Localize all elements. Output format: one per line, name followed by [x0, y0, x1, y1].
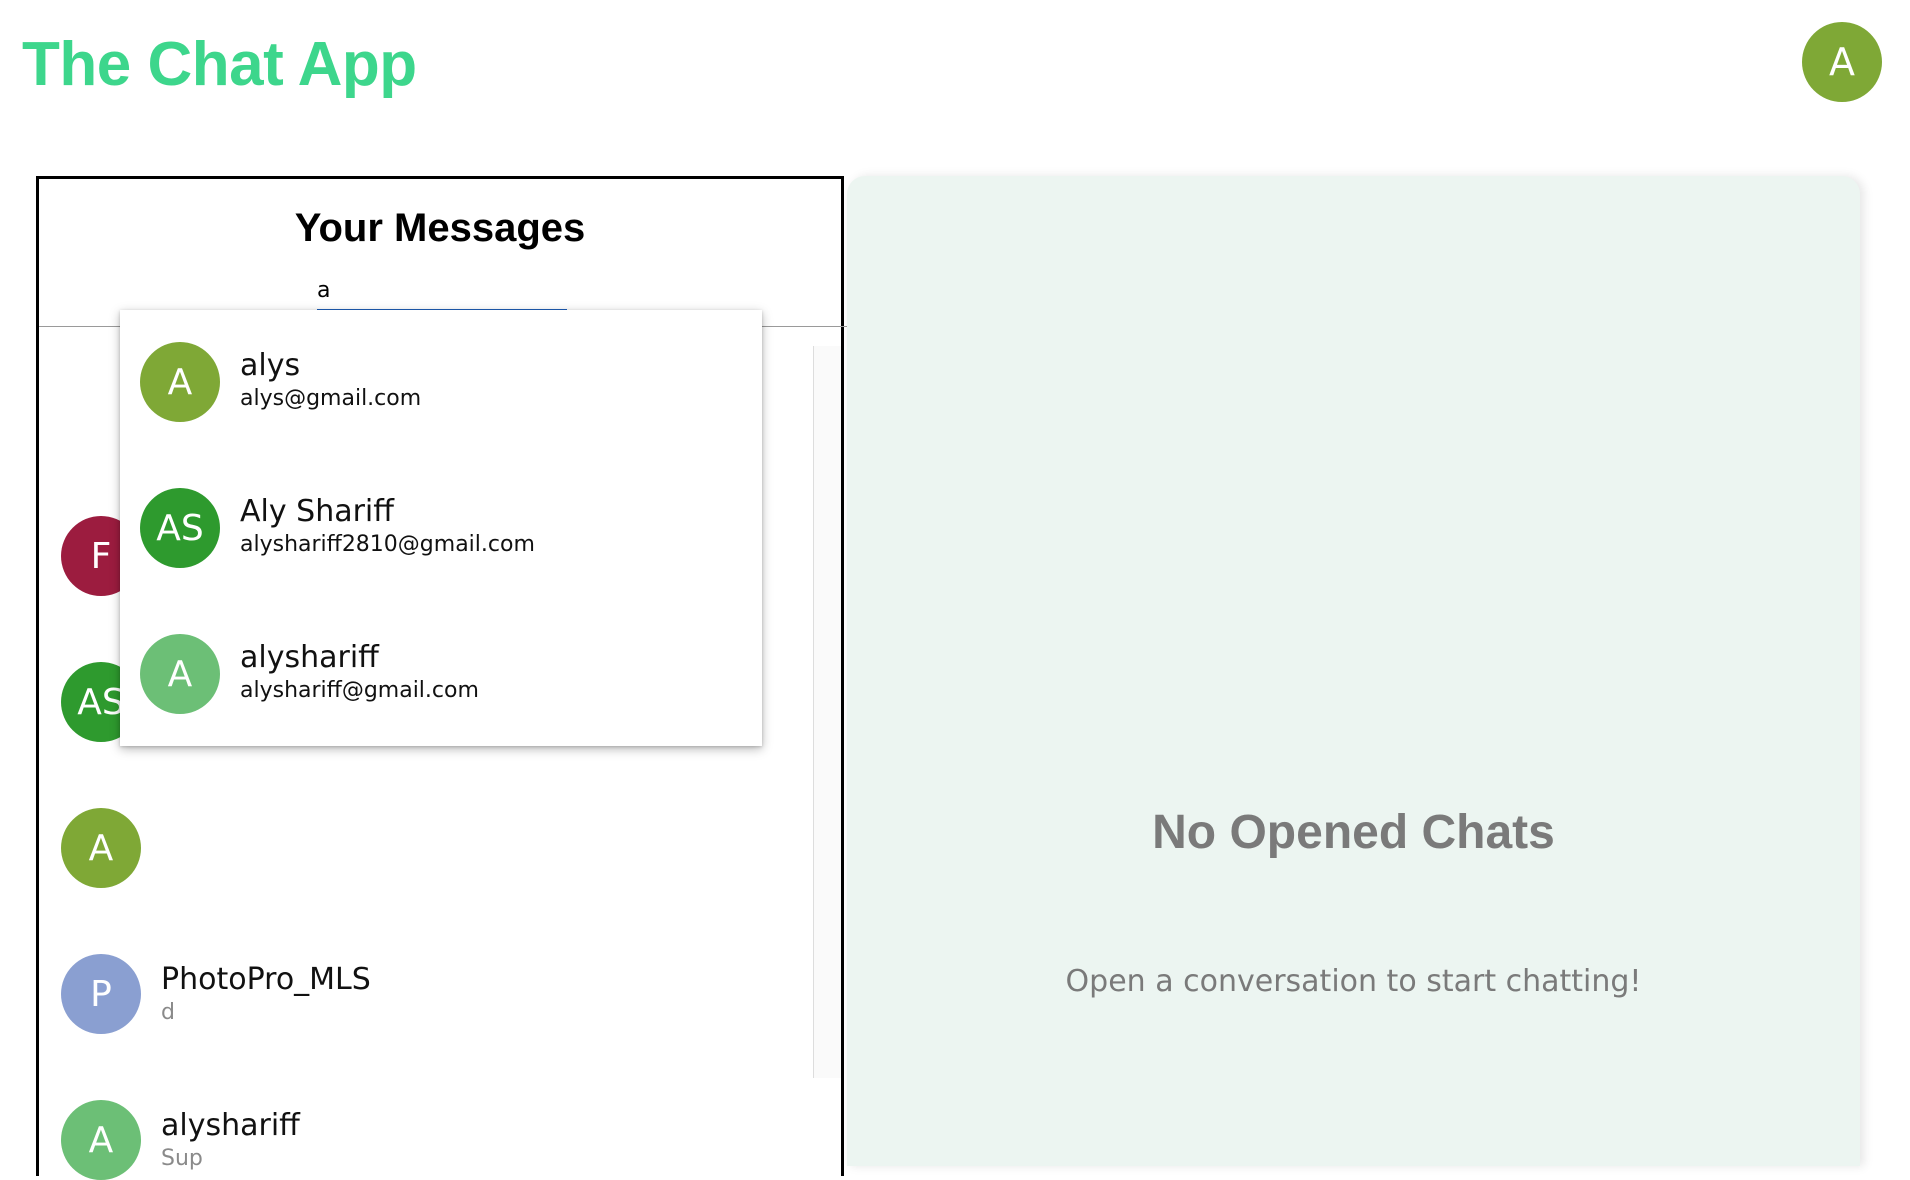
app-title: The Chat App [22, 30, 417, 99]
conversation-avatar: A [61, 1100, 141, 1180]
chat-area: No Opened Chats Open a conversation to s… [847, 176, 1860, 1166]
conversation-item[interactable]: P PhotoPro_MLS d [61, 954, 801, 1034]
search-result-name: alys [240, 348, 301, 383]
conversation-preview: Sup [161, 1146, 203, 1171]
conversation-avatar-initials: P [90, 973, 112, 1015]
conversation-item[interactable]: A [61, 808, 801, 888]
conversation-avatar: P [61, 954, 141, 1034]
conversation-avatar-initials: F [90, 535, 112, 577]
conversation-avatar-initials: A [88, 827, 114, 869]
search-result-email: alyshariff@gmail.com [240, 678, 479, 703]
user-avatar-initials: A [1829, 40, 1855, 84]
search-result-option[interactable]: A alys alys@gmail.com [120, 310, 762, 456]
search-result-avatar-initials: A [167, 361, 193, 403]
conversation-item[interactable]: A alyshariff Sup [61, 1100, 801, 1180]
empty-chat-title: No Opened Chats [1152, 806, 1555, 859]
search-result-name: Aly Shariff [240, 494, 394, 529]
conversation-name: alyshariff [161, 1108, 300, 1143]
conversation-preview: d [161, 1000, 175, 1025]
search-results-dropdown: A alys alys@gmail.com AS Aly Shariff aly… [120, 310, 762, 746]
user-avatar[interactable]: A [1802, 22, 1882, 102]
search-result-avatar-initials: AS [156, 507, 204, 549]
user-search-input[interactable] [317, 271, 567, 312]
conversation-avatar-initials: A [88, 1119, 114, 1161]
messages-panel-title: Your Messages [294, 206, 586, 250]
user-search [317, 271, 567, 312]
search-result-avatar-initials: A [167, 653, 193, 695]
conversation-avatar: A [61, 808, 141, 888]
search-result-avatar: AS [140, 488, 220, 568]
empty-chat-subtitle: Open a conversation to start chatting! [1065, 964, 1642, 999]
search-result-avatar: A [140, 342, 220, 422]
search-result-avatar: A [140, 634, 220, 714]
search-result-option[interactable]: A alyshariff alyshariff@gmail.com [120, 602, 762, 748]
search-result-email: alys@gmail.com [240, 386, 422, 411]
conversation-name: PhotoPro_MLS [161, 962, 371, 997]
conversation-list-scrollbar[interactable] [813, 346, 841, 1078]
search-result-email: alyshariff2810@gmail.com [240, 532, 535, 557]
search-result-option[interactable]: AS Aly Shariff alyshariff2810@gmail.com [120, 456, 762, 602]
conversation-avatar-initials: AS [77, 681, 125, 723]
search-result-name: alyshariff [240, 640, 379, 675]
